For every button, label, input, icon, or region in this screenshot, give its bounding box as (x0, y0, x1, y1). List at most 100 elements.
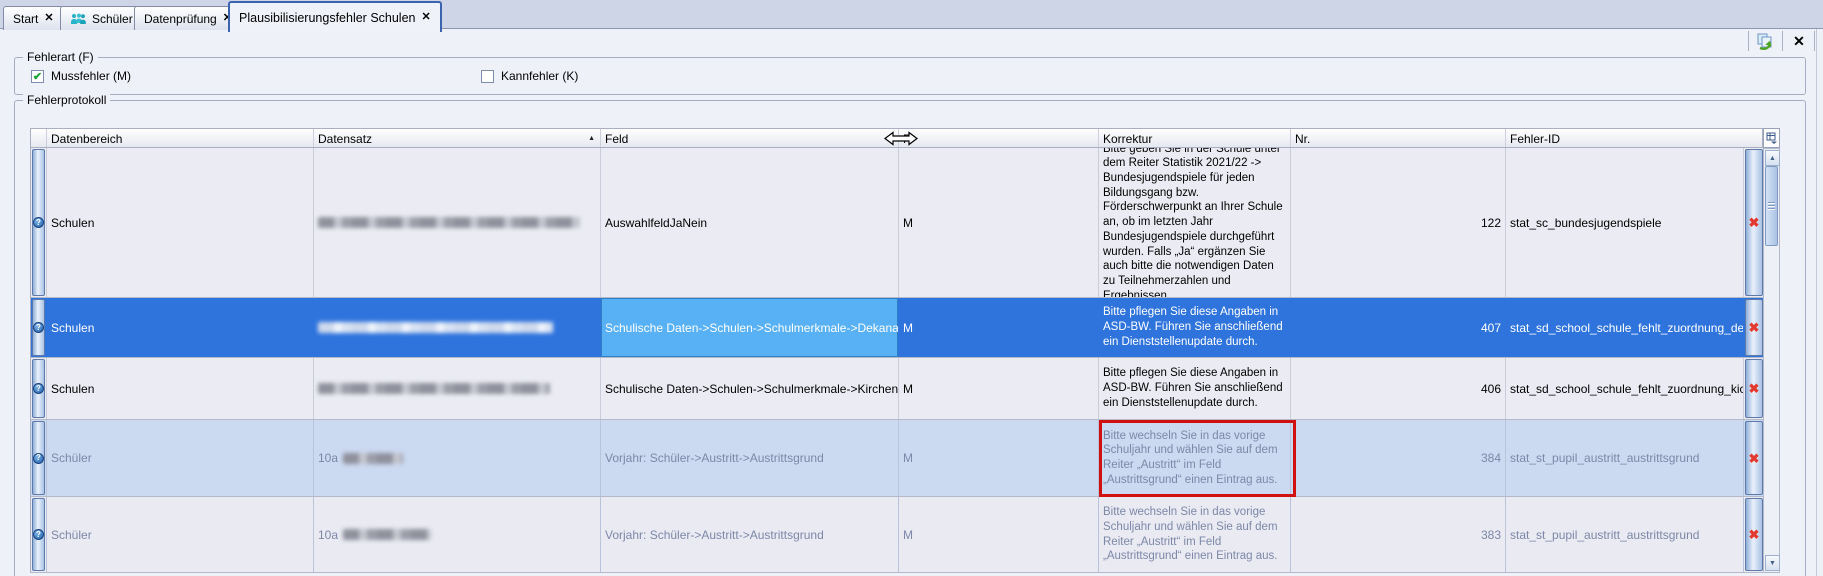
cell-korrektur: Bitte wechseln Sie in das vorige Schulja… (1099, 497, 1291, 572)
cell-datenbereich: Schüler (47, 497, 314, 572)
cell-feld: Schulische Daten->Schulen->Schulmerkmale… (601, 358, 899, 419)
cell-fehler-id: stat_st_pupil_austritt_austrittsgrund (1506, 420, 1744, 496)
cell-feld: Vorjahr: Schüler->Austritt->Austrittsgru… (601, 420, 899, 496)
column-header-feld[interactable]: Feld (601, 129, 899, 147)
cell-fehler-id: stat_sc_bundesjugendspiele (1506, 148, 1744, 297)
group-title: Fehlerart (F) (23, 50, 98, 64)
checkbox-label: Kannfehler (K) (501, 69, 578, 83)
window-edge (1816, 29, 1817, 576)
tab-close-icon[interactable]: ✕ (422, 12, 431, 23)
cell-korrektur: Bitte pflegen Sie diese Angaben in ASD-B… (1099, 358, 1291, 419)
table-row[interactable]: ? Schulen Schulische Daten->Schulen->Sch… (31, 298, 1764, 358)
cell-feld: Vorjahr: Schüler->Austritt->Austrittsgru… (601, 497, 899, 572)
tab-label: Start (13, 12, 38, 26)
column-header-f[interactable]: F (899, 129, 1099, 147)
scroll-up-button[interactable]: ▲ (1765, 150, 1780, 166)
row-handle[interactable]: ? (32, 359, 45, 418)
redacted-text (343, 529, 431, 540)
help-icon[interactable]: ? (33, 529, 44, 540)
row-handle[interactable]: ? (32, 299, 45, 356)
refresh-icon (1756, 32, 1774, 50)
delete-error-button[interactable]: ✖ (1745, 421, 1763, 495)
kannfehler-option: Kannfehler (K) (481, 69, 578, 83)
column-header-fehler-id[interactable]: Fehler-ID (1506, 129, 1744, 147)
tab-bar: Start ✕ Schüler ✕ Datenprüfung ✕ Plausib… (0, 0, 1823, 29)
cell-datenbereich: Schulen (47, 148, 314, 297)
delete-error-button[interactable]: ✖ (1745, 299, 1763, 356)
delete-error-button[interactable]: ✖ (1745, 498, 1763, 571)
table-row[interactable]: ? Schulen AuswahlfeldJaNein M Bitte gebe… (31, 148, 1764, 298)
row-handle[interactable]: ? (32, 498, 45, 571)
table-row[interactable]: ? Schüler 10a Vorjahr: Schüler->Austritt… (31, 420, 1764, 497)
close-view-button[interactable]: ✕ (1786, 31, 1812, 51)
table-row[interactable]: ? Schüler 10a Vorjahr: Schüler->Austritt… (31, 497, 1764, 573)
cell-fehler-id: stat_sd_school_schule_fehlt_zuordnung_de… (1506, 298, 1744, 357)
column-header-korrektur[interactable]: Korrektur (1099, 129, 1291, 147)
cell-datenbereich: Schulen (47, 358, 314, 419)
class-prefix: 10a (318, 528, 338, 542)
cell-fehler-id: stat_st_pupil_austritt_austrittsgrund (1506, 497, 1744, 572)
kannfehler-checkbox[interactable] (481, 70, 494, 83)
class-prefix: 10a (318, 451, 338, 465)
row-selector-cell: ? (31, 358, 47, 419)
tab-label: Datenprüfung (144, 12, 217, 26)
row-handle[interactable]: ? (32, 421, 45, 495)
help-icon[interactable]: ? (33, 383, 44, 394)
cell-delete: ✖ (1744, 298, 1764, 357)
refresh-button[interactable] (1752, 31, 1778, 51)
cell-datensatz: 10a (314, 420, 601, 496)
students-icon (70, 13, 86, 25)
mussfehler-option: ✔ Mussfehler (M) (31, 69, 131, 83)
table-row[interactable]: ? Schulen Schulische Daten->Schulen->Sch… (31, 358, 1764, 420)
column-header-datensatz[interactable]: Datensatz▲ (314, 129, 601, 147)
close-icon: ✕ (1793, 33, 1805, 50)
tab-start[interactable]: Start ✕ (3, 6, 64, 30)
cell-f: M (899, 497, 1099, 572)
row-selector-header (31, 129, 47, 147)
cell-delete: ✖ (1744, 148, 1764, 297)
redacted-text (318, 383, 550, 394)
delete-error-button[interactable]: ✖ (1745, 149, 1763, 296)
cell-datensatz (314, 148, 601, 297)
column-header-nr[interactable]: Nr. (1291, 129, 1506, 147)
fehlerart-group: Fehlerart (F) ✔ Mussfehler (M) Kannfehle… (14, 57, 1806, 95)
row-handle[interactable]: ? (32, 149, 45, 296)
cell-f: M (899, 298, 1099, 357)
scrollbar-thumb[interactable] (1765, 166, 1778, 246)
cell-datenbereich: Schulen (47, 298, 314, 357)
app-window: Start ✕ Schüler ✕ Datenprüfung ✕ Plausib… (0, 0, 1823, 576)
help-icon[interactable]: ? (33, 217, 44, 228)
table-header-row: Datenbereich Datensatz▲ Feld F Korrektur… (30, 128, 1763, 148)
tab-plausibilisierungsfehler-schulen[interactable]: Plausibilisierungsfehler Schulen ✕ (228, 1, 442, 32)
thumb-grip (1768, 201, 1775, 211)
table-body: ? Schulen AuswahlfeldJaNein M Bitte gebe… (30, 148, 1765, 573)
delete-icon: ✖ (1749, 382, 1760, 395)
view-toolbar: ✕ (0, 29, 1823, 53)
delete-icon: ✖ (1749, 216, 1760, 229)
tab-label: Plausibilisierungsfehler Schulen (239, 11, 416, 25)
cell-f: M (899, 358, 1099, 419)
vertical-scrollbar[interactable]: ▲ ▼ (1763, 148, 1780, 573)
column-chooser-button[interactable] (1763, 128, 1780, 148)
cell-nr: 406 (1291, 358, 1506, 419)
column-header-datenbereich[interactable]: Datenbereich (47, 129, 314, 147)
cell-korrektur: Bitte pflegen Sie diese Angaben in ASD-B… (1099, 298, 1291, 357)
delete-icon: ✖ (1749, 452, 1760, 465)
delete-icon: ✖ (1749, 528, 1760, 541)
help-icon[interactable]: ? (33, 453, 44, 464)
tab-label: Schüler (92, 12, 133, 26)
scroll-down-button[interactable]: ▼ (1765, 555, 1780, 571)
error-table: Datenbereich Datensatz▲ Feld F Korrektur… (30, 128, 1780, 573)
cell-feld-focused[interactable]: Schulische Daten->Schulen->Schulmerkmale… (601, 298, 899, 357)
tab-close-icon[interactable]: ✕ (44, 13, 53, 24)
help-icon[interactable]: ? (33, 322, 44, 333)
separator (1748, 31, 1749, 51)
mussfehler-checkbox[interactable]: ✔ (31, 70, 44, 83)
separator (1782, 31, 1783, 51)
cell-fehler-id: stat_sd_school_schule_fehlt_zuordnung_ki… (1506, 358, 1744, 419)
delete-error-button[interactable]: ✖ (1745, 359, 1763, 418)
tab-datenpruefung[interactable]: Datenprüfung ✕ (134, 6, 242, 30)
cell-datensatz (314, 358, 601, 419)
cell-feld: AuswahlfeldJaNein (601, 148, 899, 297)
cell-datensatz: 10a (314, 497, 601, 572)
